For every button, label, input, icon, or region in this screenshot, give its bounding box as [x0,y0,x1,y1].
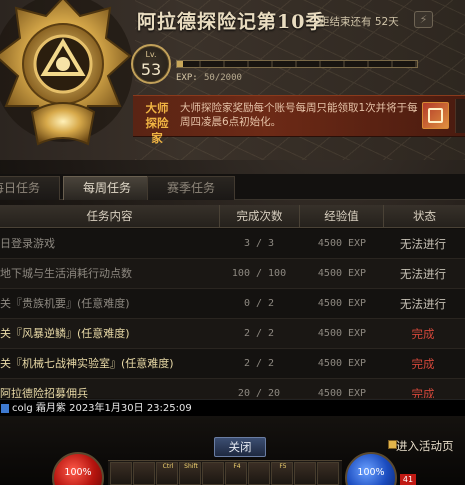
hotbar-key-label: F4 [233,463,241,470]
hotbar-slot[interactable] [317,462,339,485]
hp-orb: 100% [52,452,104,485]
exp-value: 50/2000 [204,73,242,83]
exp-reward: 4500 EXP [317,268,367,279]
mp-percent: 100% [357,467,385,478]
banner-text: 大师探险家奖励每个账号每周只能领取1次并将于每周四凌晨6点初始化。 [180,102,418,128]
activity-link[interactable]: 进入活动页 [396,438,454,454]
level-badge: Lv. 53 [131,44,171,84]
tab-season[interactable]: 赛季任务 [147,176,235,200]
completion-count: 0 / 2 [243,298,275,309]
hotbar-slot[interactable]: F4 [225,462,247,485]
table-row[interactable]: 地下城与生活消耗行动点数 100 / 100 4500 EXP 无法进行 [0,259,465,289]
reward-box-icon-inner [428,108,443,123]
lightning-icon[interactable]: ⚡ [414,11,433,28]
season-countdown: 距结束还有 52天 [319,16,399,28]
hotbar-slot[interactable] [202,462,224,485]
mission-status: 完成 [411,387,435,398]
tab-weekly[interactable]: 每周任务 [63,176,151,200]
reward-box-icon[interactable] [422,102,449,129]
gold-crest-emblem-icon [0,0,133,146]
mission-status: 完成 [411,327,435,341]
col-exp: 经验值 [300,205,384,228]
mission-tabs: 每日任务 每周任务 赛季任务 [0,174,465,200]
exp-reward: 4500 EXP [317,298,367,309]
mission-name: 关『风暴逆鳞』(任意难度) [0,327,130,340]
mission-name: 地下城与生活消耗行动点数 [0,267,132,280]
mission-name: 阿拉德险招募佣兵 [0,387,88,398]
hp-percent: 100% [64,467,92,478]
chat-message: colg 霜月紫 2023年1月30日 23:25:09 [12,403,192,414]
exp-label: EXP: [176,73,198,83]
mission-status: 无法进行 [400,297,446,311]
col-status: 状态 [413,209,436,223]
adventure-window: 阿拉德探险记第10季 距结束还有 52天 ⚡ Lv. 53 EXP: 50/20… [0,0,465,485]
level-number: 53 [140,60,162,79]
exp-reward: 4500 EXP [317,358,367,369]
completion-count: 3 / 3 [243,238,275,249]
mission-status: 无法进行 [400,237,446,251]
banner-title: 大师探险家 [145,101,169,145]
banner-scrollbar[interactable] [455,99,465,133]
hotbar-key-label: Shift [184,463,198,470]
hotbar-slot[interactable]: F5 [271,462,293,485]
skill-hotbar: Ctrl Shift F4 F5 [108,460,342,485]
table-row[interactable]: 日登录游戏 3 / 3 4500 EXP 无法进行 [0,229,465,259]
completion-count: 100 / 100 [231,268,287,279]
table-header: 任务内容 完成次数 经验值 状态 [0,205,465,228]
exp-reward: 4500 EXP [317,238,367,249]
level-label: Lv. [145,50,157,59]
exp-reward: 4500 EXP [317,388,367,398]
hotbar-slot[interactable]: Ctrl [156,462,178,485]
mission-name: 日登录游戏 [0,237,55,250]
tab-daily[interactable]: 每日任务 [0,176,60,200]
master-explorer-banner: 大师探险家 大师探险家奖励每个账号每周只能领取1次并将于每周四凌晨6点初始化。 [133,95,465,145]
chat-channel-icon [1,404,9,413]
mission-status: 无法进行 [400,267,446,281]
table-row[interactable]: 关『机械七战神实验室』(任意难度) 2 / 2 4500 EXP 完成 [0,349,465,379]
completion-count: 2 / 2 [243,358,275,369]
table-row[interactable]: 阿拉德险招募佣兵 20 / 20 4500 EXP 完成 [0,379,465,398]
col-mission: 任务内容 [0,205,220,228]
exp-progress-ticks [177,61,417,67]
hotbar-slot[interactable]: Shift [179,462,201,485]
close-button[interactable]: 关闭 [214,437,266,457]
mission-name: 关『贵族机要』(任意难度) [0,297,130,310]
game-bottom-bar: 关闭 进入活动页 100% 100% Ctrl Shift F4 F5 41 [0,416,465,485]
mission-table: 任务内容 完成次数 经验值 状态 日登录游戏 3 / 3 4500 EXP 无法进行地… [0,205,465,398]
hotbar-slot[interactable] [133,462,155,485]
completion-count: 2 / 2 [243,328,275,339]
exp-reward: 4500 EXP [317,328,367,339]
mp-orb: 100% [345,452,397,485]
hotbar-key-label: Ctrl [162,463,174,470]
table-row[interactable]: 关『贵族机要』(任意难度) 0 / 2 4500 EXP 无法进行 [0,289,465,319]
season-header: 阿拉德探险记第10季 距结束还有 52天 ⚡ Lv. 53 EXP: 50/20… [0,0,465,160]
mission-name: 关『机械七战神实验室』(任意难度) [0,357,174,370]
mission-status: 完成 [411,357,435,371]
hotbar-slot[interactable] [248,462,270,485]
hotbar-slot[interactable] [110,462,132,485]
completion-count: 20 / 20 [237,388,281,398]
exp-progress-bar [176,60,418,68]
chat-line: colg 霜月紫 2023年1月30日 23:25:09 [0,399,465,416]
level-chip: 41 [400,474,416,485]
season-title: 阿拉德探险记第10季 [137,11,326,33]
col-count: 完成次数 [220,205,300,228]
table-row[interactable]: 关『风暴逆鳞』(任意难度) 2 / 2 4500 EXP 完成 [0,319,465,349]
hotbar-key-label: F5 [279,463,287,470]
hotbar-slot[interactable] [294,462,316,485]
